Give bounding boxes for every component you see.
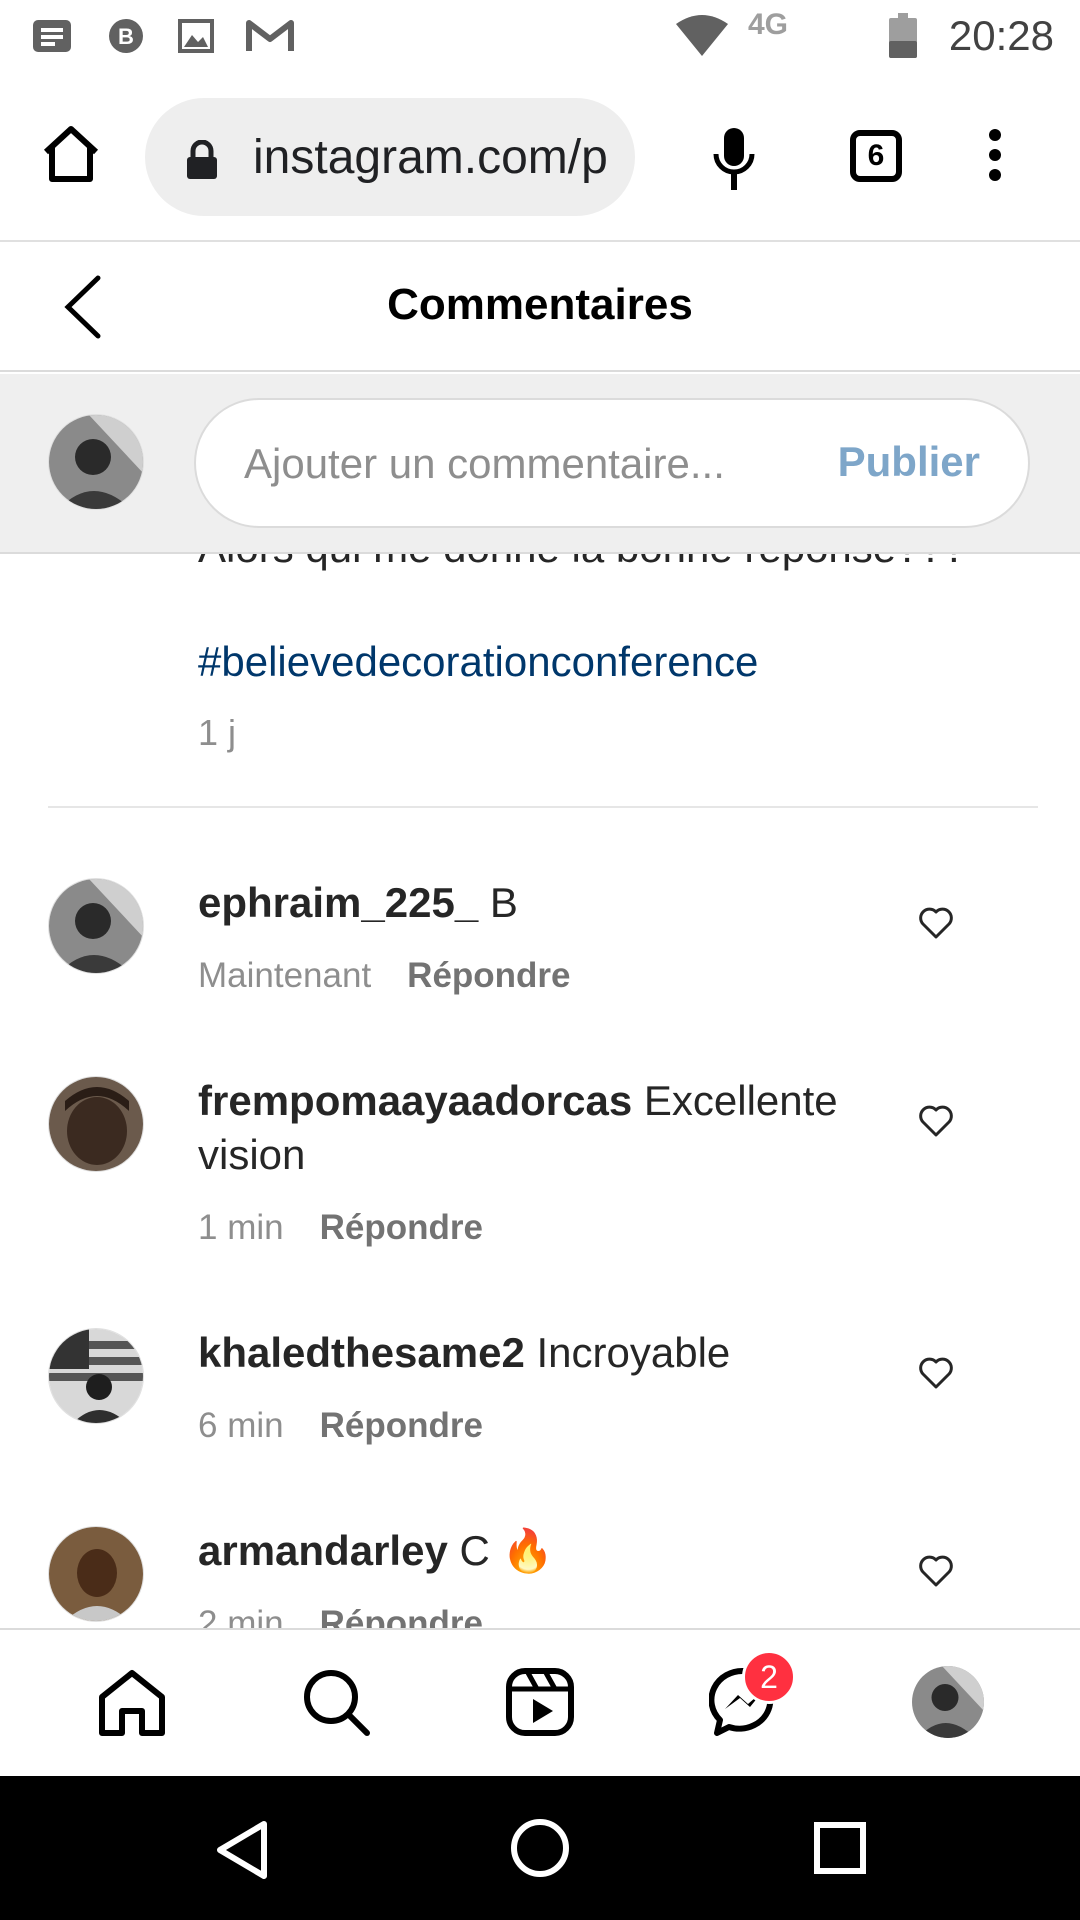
b-circle-icon: B	[104, 14, 148, 58]
comments-list: Alors qui me donne la bonne réponse??? #…	[0, 554, 1080, 1628]
comment-time: 6 min	[198, 1406, 284, 1445]
caption-timestamp: 1 j	[198, 712, 237, 753]
more-icon[interactable]	[988, 128, 1002, 187]
mic-icon[interactable]	[712, 126, 756, 197]
avatar[interactable]	[48, 1526, 144, 1622]
nav-reels-icon[interactable]	[502, 1664, 578, 1740]
wifi-icon	[672, 14, 732, 58]
comment-body: B	[478, 879, 518, 926]
reply-button[interactable]: Répondre	[320, 1406, 483, 1445]
comment-body: C 🔥	[447, 1527, 554, 1574]
comment-text: armandarley C 🔥	[198, 1524, 858, 1578]
comment-meta: 6 min Répondre	[198, 1406, 483, 1446]
reply-button[interactable]: Répondre	[320, 1208, 483, 1247]
system-nav-bar	[0, 1776, 1080, 1920]
recents-nav-icon[interactable]	[814, 1822, 866, 1879]
image-icon	[174, 14, 218, 58]
comment-time: 2 min	[198, 1604, 284, 1628]
nav-profile-avatar[interactable]	[910, 1664, 986, 1740]
bottom-nav: 2	[0, 1628, 1080, 1776]
avatar[interactable]	[48, 1328, 144, 1424]
avatar[interactable]	[48, 1076, 144, 1172]
divider	[48, 806, 1038, 808]
comment-meta: 1 min Répondre	[198, 1208, 483, 1248]
reply-button[interactable]: Répondre	[407, 956, 570, 995]
comment-username[interactable]: armandarley	[198, 1527, 448, 1574]
gmail-icon	[244, 14, 296, 58]
comment-meta: Maintenant Répondre	[198, 956, 571, 996]
comments-header: Commentaires	[0, 244, 1080, 372]
comment-body: Incroyable	[524, 1329, 731, 1376]
avatar[interactable]	[48, 878, 144, 974]
comment-composer: Ajouter un commentaire... Publier	[0, 374, 1080, 554]
publish-button[interactable]: Publier	[838, 438, 980, 486]
comment-text: frempomaayaadorcas Excellente vision	[198, 1074, 858, 1182]
status-bar: B 4G 20:28	[0, 0, 1080, 72]
tabs-icon[interactable]: 6	[850, 130, 902, 182]
comment-username[interactable]: khaledthesame2	[198, 1329, 525, 1376]
news-icon	[30, 14, 74, 58]
browser-toolbar: instagram.com/p 6	[0, 72, 1080, 242]
home-nav-icon[interactable]	[510, 1818, 570, 1883]
caption-text: Alors qui me donne la bonne réponse???	[198, 554, 966, 572]
url-bar[interactable]: instagram.com/p	[145, 98, 635, 216]
comment-meta: 2 min Répondre	[198, 1604, 483, 1628]
avatar	[48, 414, 144, 510]
heart-icon[interactable]	[918, 906, 954, 942]
network-type: 4G	[748, 8, 789, 41]
reply-button[interactable]: Répondre	[320, 1604, 483, 1628]
heart-icon[interactable]	[918, 1104, 954, 1140]
comment-input[interactable]: Ajouter un commentaire... Publier	[194, 398, 1030, 528]
svg-text:B: B	[118, 24, 134, 49]
nav-home-icon[interactable]	[94, 1664, 170, 1740]
comment-username[interactable]: ephraim_225_	[198, 879, 478, 926]
heart-icon[interactable]	[918, 1356, 954, 1392]
comment-time: 1 min	[198, 1208, 284, 1247]
messenger-badge: 2	[742, 1650, 796, 1704]
home-icon[interactable]	[40, 124, 102, 189]
comment-text: ephraim_225_ B	[198, 876, 858, 930]
heart-icon[interactable]	[918, 1554, 954, 1590]
battery-icon	[886, 13, 920, 58]
url-text: instagram.com/p	[253, 131, 608, 184]
clock: 20:28	[948, 12, 1054, 59]
back-nav-icon[interactable]	[214, 1820, 270, 1885]
hashtag-link[interactable]: #believedecorationconference	[198, 638, 758, 686]
page-title: Commentaires	[387, 280, 693, 329]
lock-icon	[185, 139, 219, 185]
comment-input-placeholder: Ajouter un commentaire...	[244, 440, 725, 487]
comment-username[interactable]: frempomaayaadorcas	[198, 1077, 632, 1124]
comment-text: khaledthesame2 Incroyable	[198, 1326, 858, 1380]
comment-time: Maintenant	[198, 956, 372, 995]
nav-search-icon[interactable]	[298, 1664, 374, 1740]
